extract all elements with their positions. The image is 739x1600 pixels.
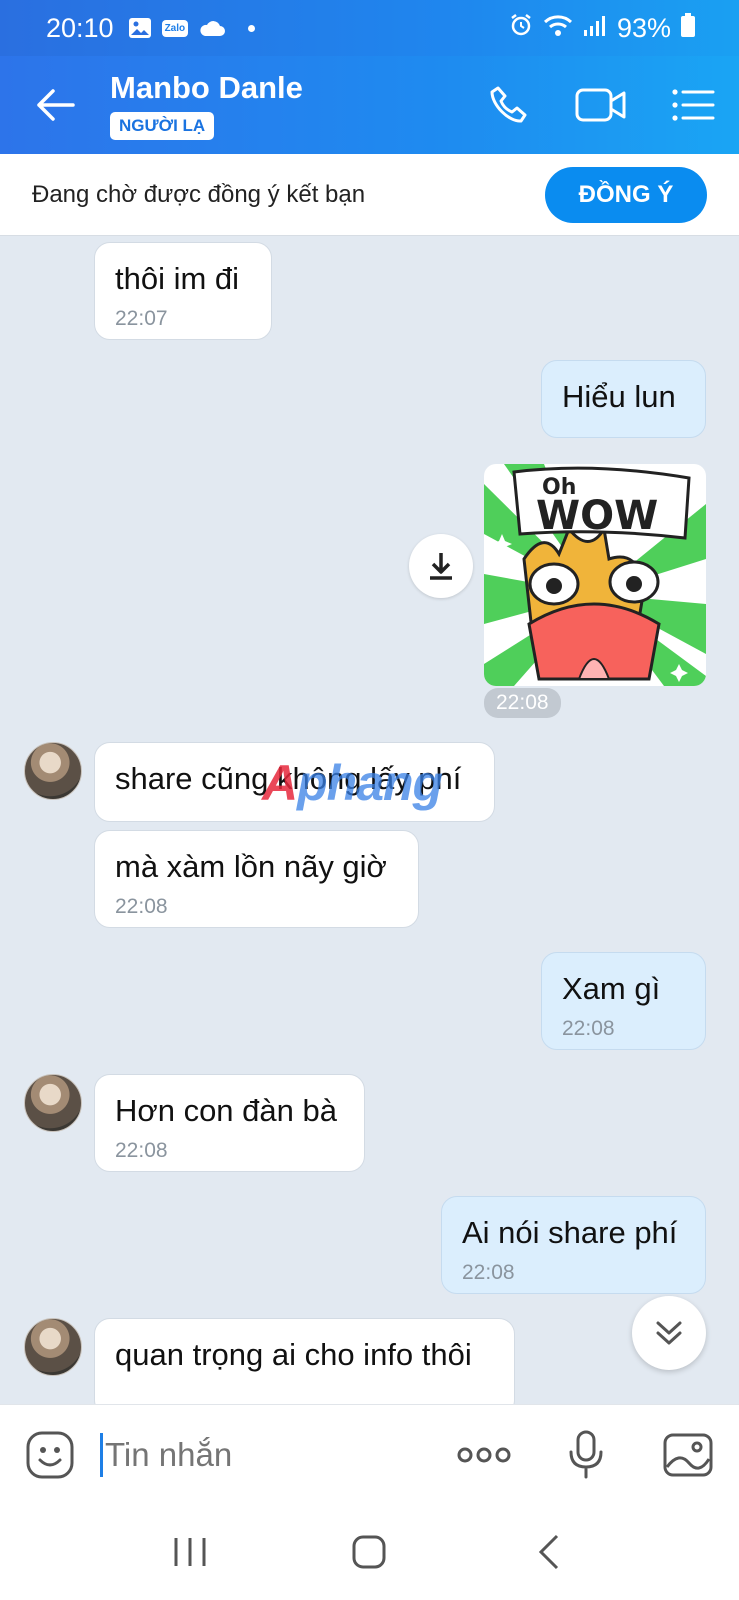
message-bubble-incoming[interactable]: thôi im đi 22:07 (94, 242, 272, 340)
avatar[interactable] (24, 742, 82, 800)
send-image-button[interactable] (637, 1405, 739, 1505)
wow-sticker[interactable]: Oh WOW (484, 464, 706, 686)
nav-back-icon (539, 1534, 559, 1570)
stranger-badge: NGƯỜI LẠ (110, 112, 215, 140)
status-bar: 20:10 Zalo 93% (0, 0, 739, 56)
download-icon (430, 553, 452, 580)
message-time: 22:08 (115, 895, 168, 918)
message-bubble-incoming[interactable]: Hơn con đàn bà 22:08 (94, 1074, 365, 1172)
home-icon (352, 1535, 386, 1569)
message-bubble-incoming[interactable]: quan trọng ai cho info thôi (94, 1318, 515, 1404)
chat-options-button[interactable] (647, 56, 739, 154)
gallery-notification-icon (128, 17, 152, 39)
message-input[interactable] (105, 1435, 425, 1474)
message-time: 22:08 (462, 1261, 515, 1284)
scroll-to-bottom-button[interactable] (632, 1296, 706, 1370)
battery-icon (681, 12, 695, 44)
sticker-time: 22:08 (484, 688, 561, 718)
download-button[interactable] (409, 534, 473, 598)
message-bubble-incoming[interactable]: mà xàm lồn nãy giờ 22:08 (94, 830, 419, 928)
contact-title[interactable]: Manbo Danle NGƯỜI LẠ (110, 70, 303, 140)
watermark-part-b: phang (297, 755, 443, 811)
cloud-icon (198, 19, 226, 37)
avatar[interactable] (24, 1074, 82, 1132)
message-bubble-outgoing[interactable]: Ai nói share phí 22:08 (441, 1196, 706, 1294)
sticker-text-large: WOW (536, 493, 658, 539)
more-dots-icon (457, 1447, 511, 1462)
recent-apps-button[interactable] (150, 1512, 230, 1592)
home-button[interactable] (329, 1512, 409, 1592)
more-button[interactable] (433, 1405, 535, 1505)
image-icon (663, 1433, 713, 1476)
system-back-button[interactable] (509, 1512, 589, 1592)
wifi-icon (543, 13, 573, 44)
friend-request-text: Đang chờ được đồng ý kết bạn (32, 180, 366, 208)
watermark-logo: Aphang (262, 754, 443, 812)
emoji-button[interactable] (0, 1405, 100, 1505)
message-text: mà xàm lồn nãy giờ (115, 849, 387, 884)
message-text: Hơn con đàn bà (115, 1093, 337, 1128)
system-nav-bar (0, 1504, 739, 1600)
chevron-double-down-icon (656, 1321, 682, 1345)
phone-icon (490, 86, 527, 123)
message-list[interactable]: thôi im đi 22:07 Hiểu lun Oh WOW 22:08 s… (0, 236, 739, 1404)
message-time: 22:07 (115, 307, 168, 330)
contact-name: Manbo Danle (110, 70, 303, 105)
message-time: 22:08 (562, 1017, 615, 1040)
signal-icon (583, 13, 607, 44)
message-text: Ai nói share phí (462, 1215, 678, 1250)
battery-percent: 93% (616, 12, 671, 43)
zalo-notification-icon: Zalo (161, 19, 189, 37)
message-bubble-outgoing[interactable]: Hiểu lun (541, 360, 706, 438)
voice-call-button[interactable] (463, 56, 555, 154)
avatar[interactable] (24, 1318, 82, 1376)
message-bubble-outgoing[interactable]: Xam gì 22:08 (541, 952, 706, 1050)
message-text: quan trọng ai cho info thôi (115, 1337, 472, 1372)
voice-message-button[interactable] (535, 1405, 637, 1505)
back-button[interactable] (0, 56, 110, 154)
message-composer (0, 1404, 739, 1504)
chat-header: Manbo Danle NGƯỜI LẠ (0, 56, 739, 154)
message-time: 22:08 (115, 1139, 168, 1162)
message-text: Hiểu lun (562, 379, 676, 414)
video-call-button[interactable] (555, 56, 647, 154)
alarm-icon (509, 13, 533, 44)
friend-request-bar: Đang chờ được đồng ý kết bạn ĐỒNG Ý (0, 154, 739, 236)
text-cursor (100, 1432, 103, 1477)
message-text: Xam gì (562, 971, 661, 1006)
emoji-icon (26, 1431, 74, 1478)
microphone-icon (569, 1430, 603, 1478)
video-camera-icon (575, 88, 626, 122)
watermark-part-a: A (262, 755, 298, 811)
accept-friend-button[interactable]: ĐỒNG Ý (545, 166, 707, 223)
message-text: thôi im đi (115, 261, 240, 296)
recent-apps-icon (174, 1538, 206, 1566)
notification-dot (248, 24, 256, 32)
status-time: 20:10 (46, 12, 114, 43)
back-arrow-icon (37, 89, 75, 121)
menu-list-icon (672, 89, 715, 121)
